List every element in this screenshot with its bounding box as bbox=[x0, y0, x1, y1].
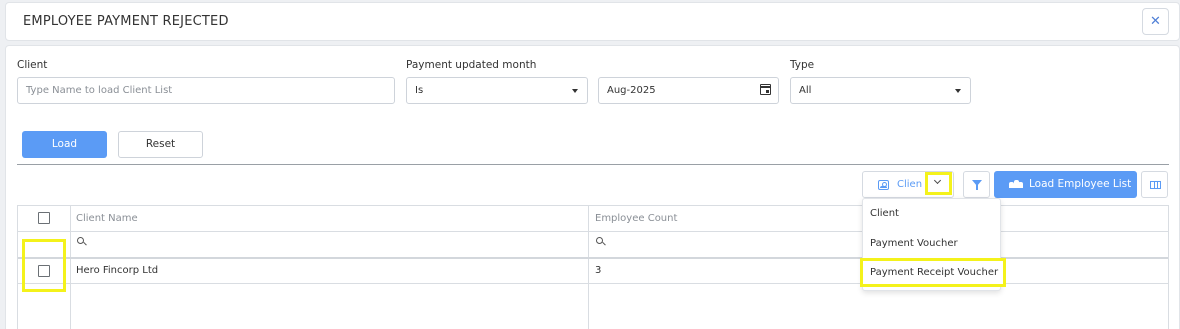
caret-down-icon bbox=[572, 89, 578, 93]
column-chooser-button[interactable] bbox=[1141, 171, 1168, 198]
group-by-dropdown-toggle[interactable] bbox=[925, 172, 952, 195]
type-select[interactable]: All bbox=[790, 77, 971, 104]
dialog-header: EMPLOYEE PAYMENT REJECTED ✕ bbox=[5, 2, 1180, 41]
row-checkbox-highlight bbox=[22, 239, 66, 292]
columns-icon bbox=[1150, 181, 1161, 189]
caret-down-icon bbox=[955, 89, 961, 93]
team-icon bbox=[1009, 180, 1023, 188]
client-label: Client bbox=[17, 59, 48, 71]
client-input-placeholder: Type Name to load Client List bbox=[26, 85, 173, 96]
month-operator-select[interactable]: Is bbox=[406, 77, 588, 104]
payment-month-label: Payment updated month bbox=[406, 59, 537, 71]
dialog-title: EMPLOYEE PAYMENT REJECTED bbox=[23, 14, 229, 29]
type-select-value: All bbox=[799, 85, 812, 96]
filter-button[interactable] bbox=[963, 171, 990, 198]
menu-item-payment-receipt-voucher-highlight[interactable]: Payment Receipt Voucher bbox=[860, 258, 1006, 287]
select-all-checkbox[interactable] bbox=[38, 212, 50, 224]
group-by-label: Clien bbox=[897, 179, 923, 190]
filter-icon bbox=[972, 180, 982, 190]
menu-item-payment-voucher[interactable]: Payment Voucher bbox=[870, 238, 958, 249]
cell-employee-count[interactable]: 3 bbox=[595, 265, 601, 276]
reset-button[interactable]: Reset bbox=[118, 131, 203, 158]
search-icon bbox=[596, 237, 603, 244]
month-operator-value: Is bbox=[415, 85, 424, 96]
month-date-input[interactable]: Aug-2025 bbox=[598, 77, 779, 104]
menu-item-client[interactable]: Client bbox=[870, 208, 899, 219]
menu-item-payment-receipt-voucher[interactable]: Payment Receipt Voucher bbox=[870, 267, 998, 278]
load-employee-list-label: Load Employee List bbox=[1029, 178, 1132, 190]
load-employee-list-button[interactable]: Load Employee List bbox=[994, 171, 1137, 198]
calendar-icon[interactable] bbox=[760, 84, 771, 95]
chevron-down-icon bbox=[933, 176, 942, 185]
month-date-value: Aug-2025 bbox=[607, 85, 656, 96]
close-button[interactable]: ✕ bbox=[1142, 8, 1169, 35]
load-button[interactable]: Load bbox=[22, 131, 107, 158]
search-icon bbox=[77, 237, 84, 244]
cell-client-name[interactable]: Hero Fincorp Ltd bbox=[76, 265, 158, 276]
type-label: Type bbox=[790, 59, 815, 71]
client-search-input[interactable]: Type Name to load Client List bbox=[17, 77, 395, 104]
close-icon: ✕ bbox=[1150, 14, 1161, 29]
client-contact-icon bbox=[878, 180, 889, 190]
column-header-client-name[interactable]: Client Name bbox=[76, 213, 138, 224]
section-divider bbox=[17, 164, 1169, 165]
column-header-employee-count[interactable]: Employee Count bbox=[595, 213, 677, 224]
